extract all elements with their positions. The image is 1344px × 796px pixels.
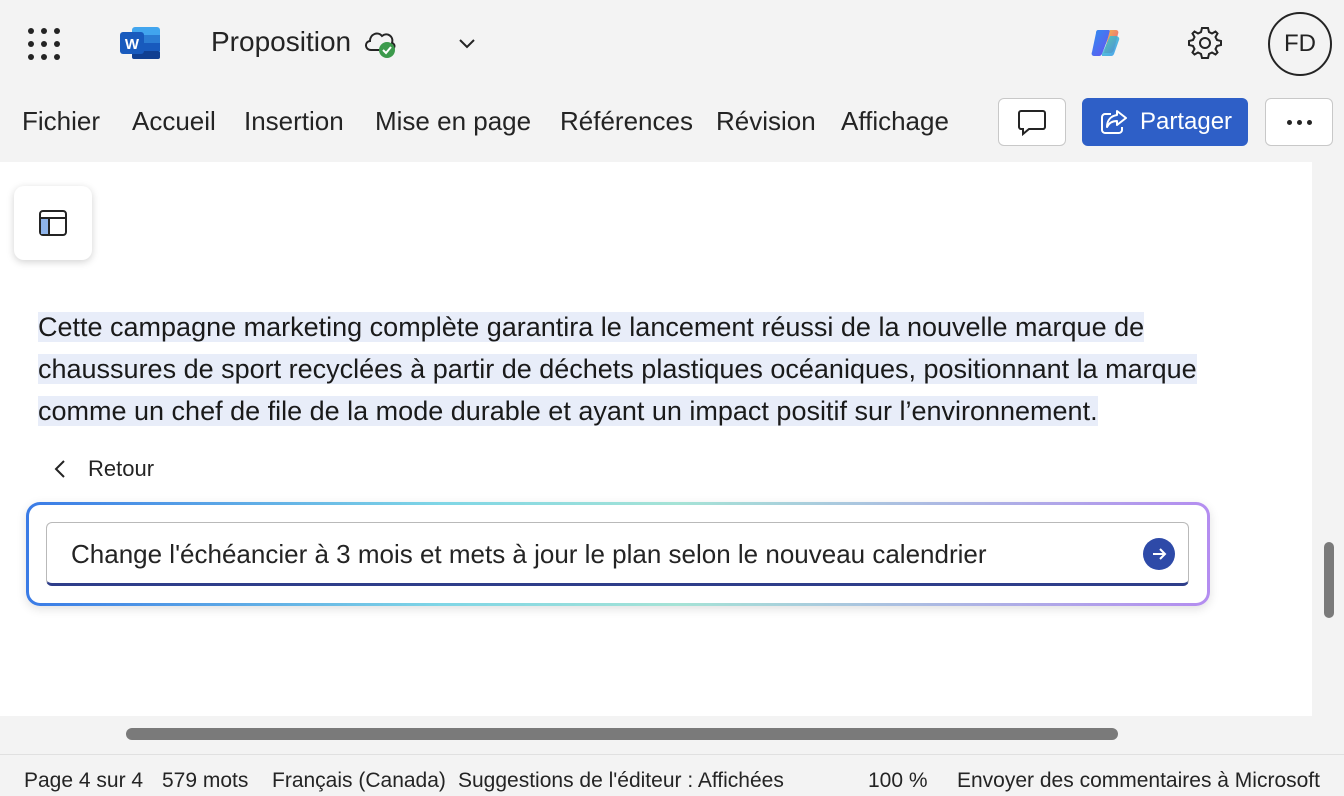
svg-text:W: W <box>125 36 140 53</box>
feedback-link[interactable]: Envoyer des commentaires à Microsoft <box>957 769 1320 793</box>
horizontal-scrollbar[interactable] <box>126 728 1118 740</box>
tab-accueil[interactable]: Accueil <box>132 106 216 137</box>
navigation-pane-icon <box>39 210 67 236</box>
cloud-saved-icon[interactable] <box>362 26 400 60</box>
more-icon <box>1286 119 1292 125</box>
page-count[interactable]: Page 4 sur 4 <box>24 769 143 793</box>
selected-paragraph[interactable]: Cette campagne marketing complète garant… <box>38 306 1278 432</box>
tab-insertion[interactable]: Insertion <box>244 106 344 137</box>
more-options-button[interactable] <box>1265 98 1333 146</box>
back-button[interactable]: Retour <box>50 456 154 482</box>
status-bar: Page 4 sur 4 579 mots Français (Canada) … <box>0 754 1344 796</box>
navigation-pane-button[interactable] <box>14 186 92 260</box>
tab-revision[interactable]: Révision <box>716 106 816 137</box>
document-title[interactable]: Proposition <box>211 26 351 58</box>
paragraph-line: chaussures de sport recyclées à partir d… <box>38 354 1197 384</box>
app-launcher-icon[interactable] <box>28 28 60 60</box>
avatar[interactable]: FD <box>1268 12 1332 76</box>
comments-button[interactable] <box>998 98 1066 146</box>
tab-references[interactable]: Références <box>560 106 693 137</box>
chevron-left-icon <box>54 460 65 478</box>
chevron-down-icon[interactable] <box>456 34 478 52</box>
word-count[interactable]: 579 mots <box>162 769 248 793</box>
gear-icon[interactable] <box>1186 24 1224 62</box>
editor-suggestions[interactable]: Suggestions de l'éditeur : Affichées <box>458 769 784 793</box>
copilot-prompt-input[interactable] <box>71 537 1131 571</box>
tab-affichage[interactable]: Affichage <box>841 106 949 137</box>
document-canvas[interactable]: Cette campagne marketing complète garant… <box>0 162 1312 716</box>
paragraph-line: Cette campagne marketing complète garant… <box>38 312 1145 342</box>
tab-mise-en-page[interactable]: Mise en page <box>375 106 531 137</box>
send-arrow-icon <box>1153 548 1167 560</box>
zoom-level[interactable]: 100 % <box>868 769 928 793</box>
back-label: Retour <box>88 456 155 481</box>
copilot-prompt-field[interactable] <box>46 522 1189 586</box>
share-label: Partager <box>1140 108 1233 135</box>
copilot-prompt-box <box>26 502 1210 606</box>
share-button[interactable]: Partager <box>1082 98 1248 146</box>
share-icon <box>1101 110 1127 134</box>
vertical-scrollbar[interactable] <box>1324 542 1334 618</box>
language-indicator[interactable]: Français (Canada) <box>272 769 446 793</box>
copilot-icon[interactable] <box>1088 26 1124 60</box>
ribbon-menu: Fichier Accueil Insertion Mise en page R… <box>0 92 1344 156</box>
word-logo-icon[interactable]: W <box>120 25 162 61</box>
paragraph-line: comme un chef de file de la mode durable… <box>38 396 1098 426</box>
tab-fichier[interactable]: Fichier <box>22 106 100 137</box>
comment-icon <box>1018 110 1046 136</box>
title-bar: W Proposition FD <box>0 0 1344 88</box>
send-button[interactable] <box>1143 538 1175 570</box>
